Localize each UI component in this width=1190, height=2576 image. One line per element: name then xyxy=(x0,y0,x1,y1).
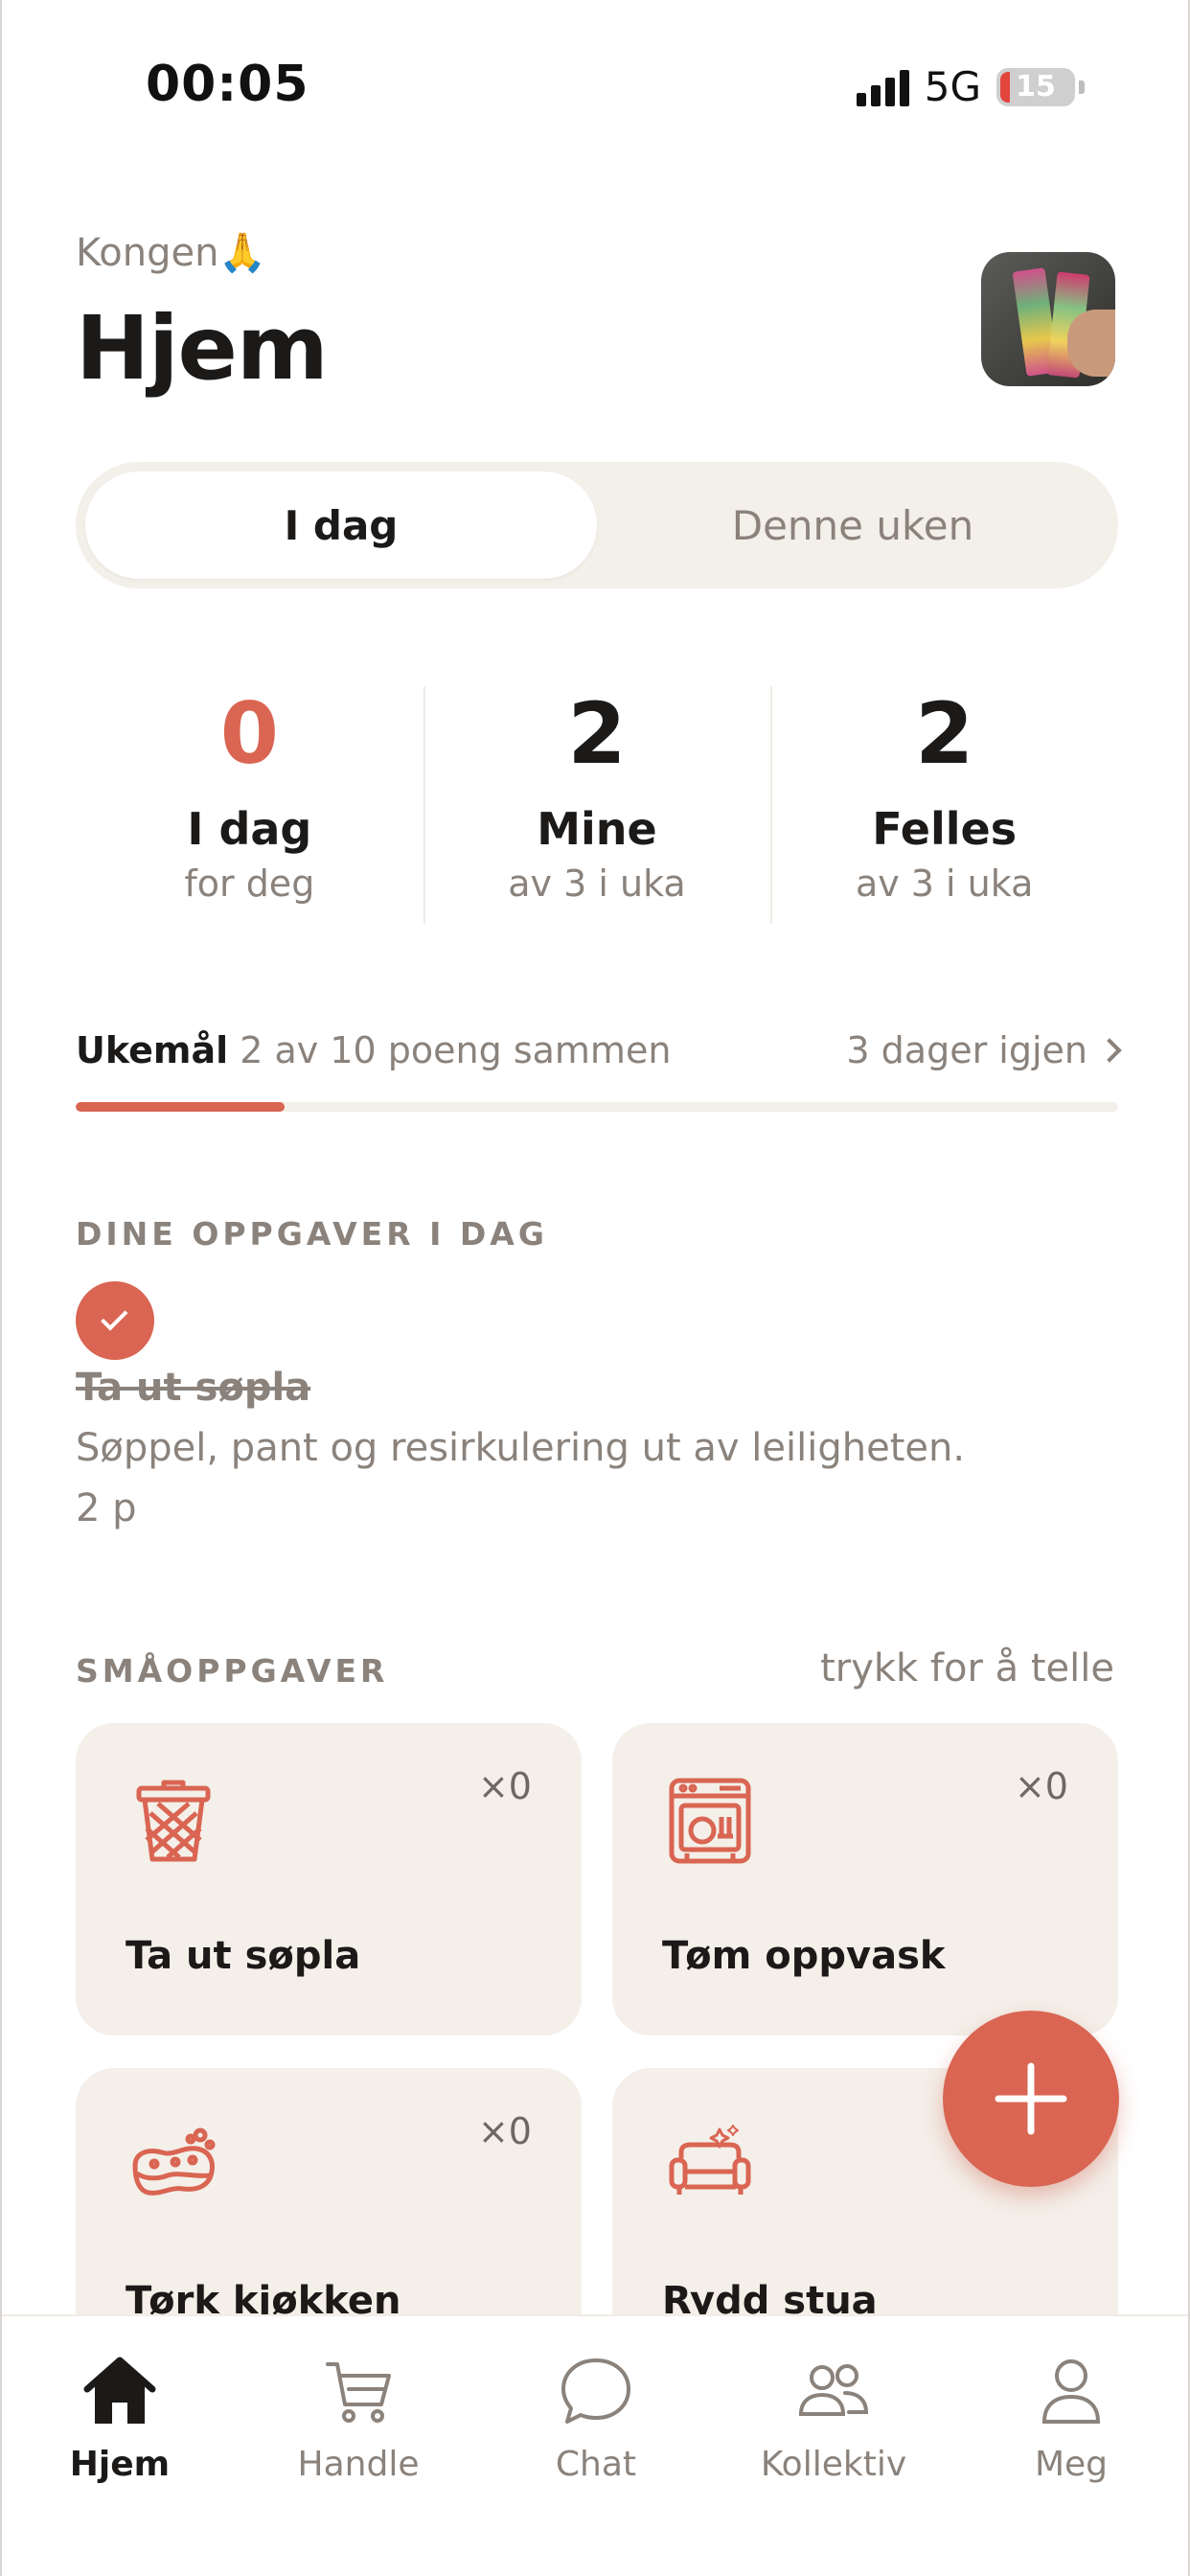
stat-value: 2 xyxy=(915,684,974,783)
days-remaining: 3 dager igjen xyxy=(846,1029,1087,1071)
tab-label: Hjem xyxy=(69,2445,171,2484)
task-done-checkbox[interactable] xyxy=(76,1281,154,1360)
tab-collective[interactable]: Kollektiv xyxy=(738,2355,929,2484)
trash-bin-icon xyxy=(136,1780,211,1862)
sofa-icon xyxy=(669,2125,751,2195)
cart-icon xyxy=(326,2362,391,2423)
network-type: 5G xyxy=(924,63,981,110)
stat-shared: 2 Felles av 3 i uka xyxy=(770,686,1118,924)
dishwasher-icon xyxy=(669,1778,751,1864)
stat-value: 0 xyxy=(219,684,279,783)
weekly-goal-label: Ukemål xyxy=(76,1029,229,1071)
task-description: Søppel, pant og resirkulering ut av leil… xyxy=(76,1426,966,1470)
weekly-goal-summary: Ukemål 2 av 10 poeng sammen xyxy=(76,1029,671,1071)
small-task-card[interactable]: ×0 Tøm oppvask xyxy=(612,1723,1118,2036)
tab-today[interactable]: I dag xyxy=(85,472,597,579)
weekly-goal-progress-bar xyxy=(76,1102,1118,1112)
checkmark-icon xyxy=(101,1303,128,1331)
add-task-button[interactable] xyxy=(943,2011,1119,2187)
stat-subtitle: av 3 i uka xyxy=(508,862,686,905)
user-icon xyxy=(1041,2359,1101,2424)
chevron-right-icon xyxy=(1097,1038,1122,1063)
tab-label: Meg xyxy=(1034,2445,1109,2484)
weekly-goal-progress-fill xyxy=(76,1102,285,1112)
stat-label: Mine xyxy=(537,803,657,855)
status-time: 00:05 xyxy=(146,56,309,113)
household-name: Kongen🙏 xyxy=(76,231,267,275)
battery-level: 15 xyxy=(1016,70,1056,104)
period-segmented-control: I dag Denne uken xyxy=(76,462,1118,588)
section-heading-my-tasks: DINE OPPGAVER I DAG xyxy=(76,1215,548,1253)
plus-icon xyxy=(995,2062,1067,2135)
weekly-goal-row[interactable]: Ukemål 2 av 10 poeng sammen 3 dager igje… xyxy=(76,1024,1122,1077)
task-points: 2 p xyxy=(76,1486,137,1530)
card-title: Ta ut søpla xyxy=(126,1934,361,1978)
bottom-tab-bar: Hjem Handle Chat Kollektiv Meg xyxy=(2,2314,1188,2576)
stat-label: Felles xyxy=(872,803,1018,855)
tab-me[interactable]: Meg xyxy=(975,2355,1167,2484)
tab-home[interactable]: Hjem xyxy=(24,2355,216,2484)
chat-bubble-icon xyxy=(561,2358,630,2424)
tab-label: Handle xyxy=(297,2445,420,2484)
avatar[interactable] xyxy=(981,252,1115,386)
stat-value: 2 xyxy=(567,684,627,783)
task-title[interactable]: Ta ut søpla xyxy=(76,1366,310,1410)
small-tasks-hint: trykk for å telle xyxy=(820,1646,1114,1690)
card-counter: ×0 xyxy=(1014,1765,1068,1807)
status-indicators: 5G 15 xyxy=(856,63,1085,110)
signal-icon xyxy=(856,68,909,106)
stat-subtitle: for deg xyxy=(184,862,315,905)
sponge-icon xyxy=(132,2128,216,2196)
people-icon xyxy=(798,2364,869,2416)
tab-label: Kollektiv xyxy=(760,2445,907,2484)
stat-label: I dag xyxy=(187,803,312,855)
weekly-goal-text: 2 av 10 poeng sammen xyxy=(240,1029,672,1071)
card-counter: ×0 xyxy=(477,1765,532,1807)
stat-mine: 2 Mine av 3 i uka xyxy=(423,686,771,924)
app-screen: 00:05 5G 15 Kongen🙏 Hjem I dag Denne uke… xyxy=(0,0,1190,2576)
stat-today: 0 I dag for deg xyxy=(76,686,423,924)
home-icon xyxy=(83,2357,156,2424)
stat-subtitle: av 3 i uka xyxy=(855,862,1034,905)
tab-this-week[interactable]: Denne uken xyxy=(597,472,1109,579)
card-title: Tøm oppvask xyxy=(662,1934,946,1978)
page-title: Hjem xyxy=(76,297,329,400)
tab-shop[interactable]: Handle xyxy=(263,2355,454,2484)
weekly-goal-remaining: 3 dager igjen xyxy=(846,1029,1122,1071)
card-counter: ×0 xyxy=(477,2110,532,2152)
tab-chat[interactable]: Chat xyxy=(500,2355,692,2484)
small-task-card[interactable]: ×0 Ta ut søpla xyxy=(76,1723,582,2036)
tab-label: Chat xyxy=(555,2445,637,2484)
stats-row: 0 I dag for deg 2 Mine av 3 i uka 2 Fell… xyxy=(76,686,1118,924)
battery-icon: 15 xyxy=(996,67,1075,106)
section-heading-small-tasks: SMÅOPPGAVER xyxy=(76,1652,389,1690)
